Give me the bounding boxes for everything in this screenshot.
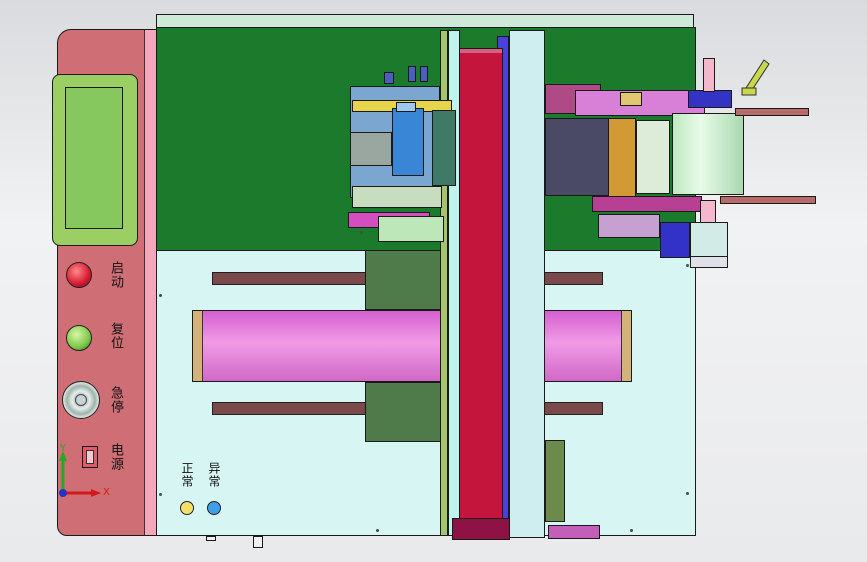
reset-button[interactable] <box>66 325 92 351</box>
blue-collar <box>688 90 732 108</box>
axis-x-label: X <box>103 487 110 498</box>
servo-motor <box>392 108 424 176</box>
teal-gripper <box>432 110 456 186</box>
axis-y-label: Y <box>60 443 67 454</box>
clamp-lever[interactable] <box>740 58 770 98</box>
shaft-top <box>703 58 715 92</box>
reset-label: 复位 <box>108 322 123 350</box>
small-blue-cylinder-1 <box>384 72 394 84</box>
screw-2 <box>159 493 162 496</box>
normal-indicator-lamp <box>180 501 194 515</box>
normal-label: 正常 <box>180 462 194 488</box>
small-blue-cylinder-2 <box>408 66 416 82</box>
bottom-tab-2 <box>253 536 263 548</box>
screw-1 <box>159 294 162 297</box>
start-button[interactable] <box>66 262 92 288</box>
linear-rail-bottom-left <box>212 402 372 415</box>
grey-gearbox <box>690 222 728 258</box>
small-blue-cylinder-3 <box>420 66 428 82</box>
cylinder-housing <box>636 120 670 194</box>
linear-rail-top-left <box>212 272 372 285</box>
small-yellow-gear <box>620 92 642 106</box>
start-label: 启动 <box>108 261 123 289</box>
screw-4 <box>686 492 689 495</box>
lower-mount <box>690 256 728 268</box>
top-frame-rail <box>156 14 694 28</box>
linear-rail-top-right <box>541 272 603 285</box>
emergency-stop-button[interactable] <box>62 381 100 419</box>
screw-3 <box>686 264 689 267</box>
cyan-slide-plate <box>509 30 545 538</box>
green-drum <box>672 113 744 195</box>
hmi-touchscreen[interactable] <box>52 74 138 246</box>
lower-magenta-plate <box>592 196 702 212</box>
abnormal-indicator-lamp <box>207 501 221 515</box>
hmi-screen <box>65 87 123 229</box>
red-carriage <box>459 48 503 524</box>
magenta-foot <box>548 525 600 539</box>
magenta-roller <box>192 310 632 382</box>
slide-block-bottom <box>365 382 443 442</box>
screw-7 <box>360 231 363 234</box>
estop-label: 急停 <box>108 386 123 414</box>
light-green-block <box>378 216 444 242</box>
orange-bracket <box>608 118 636 198</box>
linear-rail-bottom-right <box>541 402 603 415</box>
screw-5 <box>376 529 379 532</box>
brown-arm-lower <box>720 196 816 204</box>
grey-conveyor <box>545 118 613 196</box>
emergency-stop-icon <box>75 394 87 406</box>
slide-block-top <box>365 250 443 310</box>
bottom-tab-1 <box>206 536 216 541</box>
abnormal-label: 异常 <box>207 462 221 488</box>
olive-block <box>545 440 565 522</box>
cross-slide-plate <box>352 186 442 208</box>
pink-base-strip <box>598 214 660 238</box>
carriage-foot <box>452 518 510 540</box>
grey-bracket <box>350 132 392 166</box>
brown-arm-upper <box>735 108 809 116</box>
blue-motor-lower <box>660 222 690 258</box>
motor-cap <box>396 102 416 112</box>
control-panel-strip <box>144 30 156 535</box>
screw-6 <box>630 529 633 532</box>
